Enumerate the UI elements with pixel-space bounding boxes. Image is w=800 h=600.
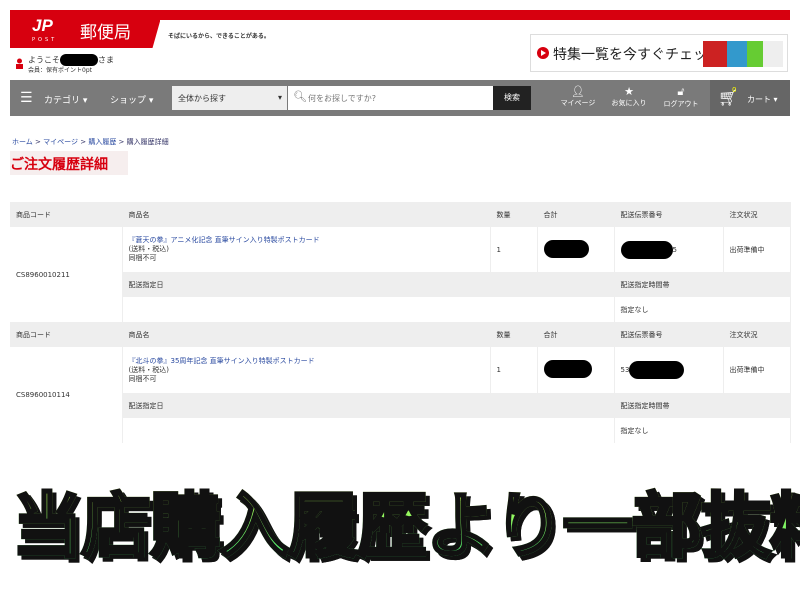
shop-label: ショップ — [110, 96, 147, 106]
col-total: 合計 — [537, 322, 615, 347]
tagline: そばにいるから、できることがある。 — [168, 33, 270, 40]
delivery-time-label: 配送指定時間帯 — [614, 272, 791, 297]
delivery-header-row: 配送指定日 配送指定時間帯 — [10, 393, 791, 418]
col-code: 商品コード — [10, 322, 123, 347]
logo-name: 郵便局 — [80, 23, 131, 43]
favorites-label: お気に入り — [611, 99, 647, 107]
redacted-total — [543, 360, 592, 378]
logo[interactable]: JP POST 郵便局 — [10, 10, 160, 48]
search-input[interactable]: 🔍︎ 何をお探しですか? — [288, 86, 493, 110]
delivery-header-row: 配送指定日 配送指定時間帯 — [10, 272, 791, 297]
quantity: 1 — [490, 347, 538, 393]
delivery-row: 指定なし — [10, 418, 791, 443]
tax-note: (送料・税込) — [128, 365, 169, 374]
delivery-date — [122, 297, 615, 322]
col-status: 注文状況 — [723, 322, 791, 347]
redacted-name — [60, 54, 98, 66]
welcome-prefix: ようこそ — [28, 55, 60, 65]
category-label: カテゴリ — [44, 96, 81, 106]
product-link[interactable]: 『蒼天の拳』アニメ化記念 直筆サイン入り特製ポストカード — [129, 236, 320, 244]
search-icon: 🔍︎ — [293, 90, 307, 103]
col-name: 商品名 — [122, 322, 491, 347]
mypage-link[interactable]: 👤︎ マイページ — [556, 85, 600, 108]
logout-link[interactable]: 🔓︎ ログアウト — [659, 85, 703, 109]
col-qty: 数量 — [490, 202, 538, 227]
col-total: 合計 — [537, 202, 615, 227]
user-icon — [16, 58, 23, 69]
user-info: ようこそ さま 会員：保有ポイント0pt — [28, 54, 114, 76]
col-qty: 数量 — [490, 322, 538, 347]
tracking-number: 53 — [620, 366, 630, 374]
order-table: 商品コード 商品名 数量 合計 配送伝票番号 注文状況 CS8960010211 『蒼天の… — [10, 202, 791, 322]
bundle-note: 同梱不可 — [128, 374, 157, 383]
order-table: 商品コード 商品名 数量 合計 配送伝票番号 注文状況 CS8960010114 『北斗の… — [10, 322, 791, 443]
page-title: ご注文履歴詳細 — [10, 151, 128, 175]
product-code: CS8960010114 — [10, 347, 123, 443]
logo-sub: POST — [32, 37, 58, 43]
play-icon — [537, 47, 549, 59]
banner-image — [703, 41, 783, 67]
star-icon: ★ — [624, 85, 634, 98]
feature-banner[interactable]: 特集一覧を今すぐチェック — [530, 34, 788, 72]
user-icon: 👤︎ — [571, 85, 585, 98]
welcome-suffix: さま — [98, 55, 114, 65]
col-tracking: 配送伝票番号 — [614, 202, 724, 227]
delivery-time-label: 配送指定時間帯 — [614, 393, 791, 418]
logo-mark: JP — [32, 16, 53, 35]
category-menu[interactable]: カテゴリ ▾ — [44, 93, 87, 106]
quantity: 1 — [490, 227, 538, 272]
table-header-row: 商品コード 商品名 数量 合計 配送伝票番号 注文状況 — [10, 202, 791, 227]
scope-value: 全体から探す — [178, 94, 226, 103]
cart-count: 0 — [732, 86, 737, 94]
member-points: 会員：保有ポイント0pt — [28, 67, 92, 74]
banner-text: 特集一覧を今すぐチェック — [553, 47, 721, 63]
redacted-total — [543, 239, 589, 258]
tracking-number: 5 — [672, 245, 677, 254]
delivery-date-label: 配送指定日 — [122, 393, 615, 418]
logout-label: ログアウト — [663, 100, 699, 108]
cart-text: カート — [747, 95, 771, 104]
cart-button[interactable]: 🛒︎ 0 カート ▾ — [710, 80, 790, 116]
breadcrumb-history[interactable]: 購入履歴 — [88, 138, 116, 146]
product-code: CS8960010211 — [10, 227, 123, 322]
table-header-row: 商品コード 商品名 数量 合計 配送伝票番号 注文状況 — [10, 322, 791, 347]
table-row: CS8960010114 『北斗の拳』35周年記念 直筆サイン入り特製ポストカー… — [10, 347, 791, 443]
delivery-time: 指定なし — [614, 418, 791, 443]
breadcrumb-mypage[interactable]: マイページ — [43, 138, 78, 146]
col-status: 注文状況 — [723, 202, 791, 227]
chevron-down-icon: ▾ — [277, 93, 282, 102]
mypage-label: マイページ — [560, 99, 596, 107]
shop-menu[interactable]: ショップ ▾ — [110, 93, 153, 106]
tax-note: (送料・税込) — [128, 245, 169, 253]
redacted-tracking — [629, 361, 685, 379]
search-placeholder: 何をお探しですか? — [308, 94, 377, 103]
menu-icon[interactable]: ☰ — [20, 90, 33, 106]
col-tracking: 配送伝票番号 — [614, 322, 724, 347]
delivery-row: 指定なし — [10, 297, 791, 322]
lock-icon: 🔓︎ — [677, 85, 685, 98]
order-status: 出荷準備中 — [723, 347, 791, 393]
delivery-date — [122, 418, 615, 443]
search-scope-select[interactable]: 全体から探す ▾ — [172, 86, 287, 110]
search-button[interactable]: 検索 — [493, 86, 531, 110]
col-name: 商品名 — [122, 202, 491, 227]
breadcrumb: ホーム > マイページ > 購入履歴 > 購入履歴詳細 — [12, 138, 169, 146]
col-code: 商品コード — [10, 202, 123, 227]
delivery-time: 指定なし — [614, 297, 791, 322]
cart-label: カート ▾ — [747, 95, 778, 104]
table-row: CS8960010211 『蒼天の拳』アニメ化記念 直筆サイン入り特製ポストカー… — [10, 227, 791, 322]
order-status: 出荷準備中 — [723, 227, 791, 272]
breadcrumb-home[interactable]: ホーム — [12, 138, 33, 146]
bundle-note: 同梱不可 — [128, 254, 157, 262]
product-link[interactable]: 『北斗の拳』35周年記念 直筆サイン入り特製ポストカード — [129, 357, 315, 365]
breadcrumb-current: 購入履歴詳細 — [126, 138, 169, 146]
favorites-link[interactable]: ★ お気に入り — [607, 85, 651, 108]
promo-caption: 当店購入履歴より一部抜粋 — [11, 470, 800, 571]
delivery-date-label: 配送指定日 — [122, 272, 615, 297]
redacted-tracking — [620, 240, 673, 259]
